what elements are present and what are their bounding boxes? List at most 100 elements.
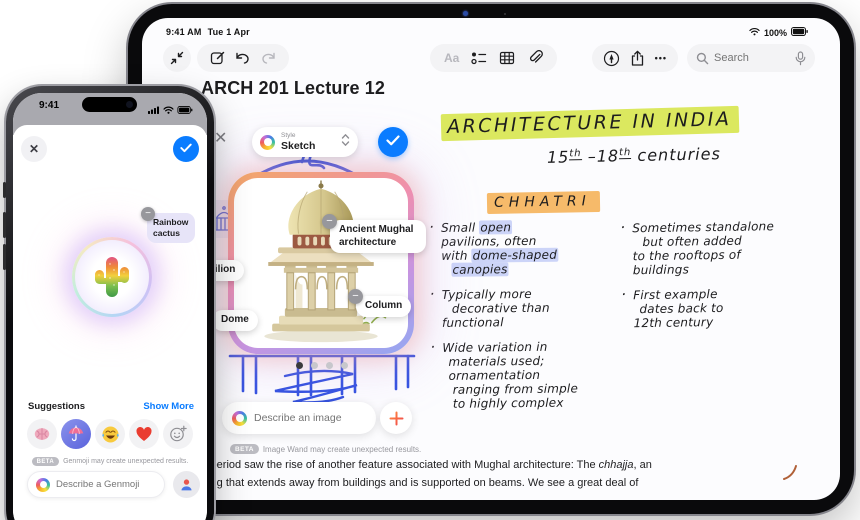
beta-badge: BETA — [31, 457, 60, 466]
status-time: 9:41 AM — [166, 27, 202, 37]
close-icon[interactable]: ✕ — [214, 128, 227, 148]
person-icon — [181, 479, 192, 491]
add-image-button[interactable] — [380, 402, 412, 434]
notes-column-right: Sometimes standalone but often added to … — [620, 219, 817, 342]
toolbar-format-group: Aa — [430, 44, 557, 72]
genmoji-input[interactable] — [27, 471, 165, 498]
more-button[interactable]: ••• — [655, 53, 667, 63]
describe-genmoji-input[interactable] — [56, 479, 156, 490]
beta-text: Genmoji may create unexpected results. — [63, 458, 189, 465]
handwritten-section-heading: CHHATRI — [486, 191, 600, 214]
suggestions-row — [27, 419, 193, 449]
generated-image[interactable] — [234, 178, 408, 348]
apple-intelligence-icon — [232, 410, 247, 426]
style-value: Sketch — [281, 140, 316, 152]
wifi-icon — [163, 101, 174, 119]
iphone-status-icons — [148, 101, 193, 119]
minus-icon[interactable]: − — [322, 214, 337, 229]
volume-down-button — [3, 244, 6, 270]
pavilion-image — [264, 180, 387, 343]
collapse-button[interactable] — [163, 44, 191, 72]
status-date: Tue 1 Apr — [207, 27, 250, 37]
style-selector[interactable]: Style Sketch — [252, 127, 358, 157]
search-input[interactable] — [714, 52, 790, 64]
iphone-device: 9:41 ✕ − Rainbow cactus Suggestions Show… — [3, 86, 214, 520]
genmoji-result-label[interactable]: Rainbow cactus — [147, 213, 195, 244]
page-indicator[interactable] — [296, 362, 348, 369]
person-button[interactable] — [173, 471, 200, 498]
toolbar-edit-group — [197, 44, 289, 72]
brain-emoji[interactable] — [27, 419, 57, 449]
dynamic-island — [82, 97, 137, 112]
sensor-dot — [504, 13, 506, 15]
umbrella-genmoji[interactable] — [61, 419, 91, 449]
suggestions-title: Suggestions — [28, 401, 86, 412]
describe-image-input[interactable] — [254, 412, 389, 424]
search-field[interactable] — [687, 44, 815, 72]
rainbow-cactus-genmoji — [95, 257, 129, 297]
checkmark-icon — [386, 133, 400, 151]
bullet-item: Sometimes standalone but often added to … — [620, 219, 816, 278]
callout-ancient-mughal[interactable]: Ancient Mughal architecture — [330, 220, 426, 253]
battery-icon — [177, 101, 193, 119]
minus-icon[interactable]: − — [141, 207, 155, 221]
style-swatch-icon — [260, 134, 275, 150]
note-title: ARCH 201 Lecture 12 — [201, 78, 385, 98]
image-wand-input[interactable] — [222, 402, 389, 434]
paperclip-button[interactable] — [527, 50, 543, 66]
collapse-icon — [170, 51, 184, 65]
share-button[interactable] — [630, 50, 645, 67]
corner-stroke — [783, 465, 797, 480]
battery-percent: 100% — [763, 27, 787, 38]
apple-intelligence-icon — [36, 477, 50, 492]
minus-icon[interactable]: − — [348, 289, 363, 304]
battery-icon — [791, 27, 808, 38]
marketing-canvas: 9:41 AM Tue 1 Apr 100% Aa ••• Search ARC… — [0, 0, 860, 520]
bullet-item: Wide variation in materials used; orname… — [430, 339, 626, 411]
note-paragraph: s period saw the rise of another feature… — [202, 459, 652, 489]
ipad-status-bar: 9:41 AM Tue 1 Apr — [166, 27, 256, 37]
undo-button[interactable] — [235, 51, 251, 65]
table-button[interactable] — [499, 51, 515, 65]
wifi-icon — [749, 27, 760, 38]
ipad-status-right: 100% — [749, 27, 808, 38]
callout-column[interactable]: Column — [356, 296, 412, 317]
chevron-up-down-icon — [341, 133, 350, 152]
checkmark-icon — [180, 140, 192, 158]
mic-icon[interactable] — [795, 50, 806, 66]
signal-icon — [148, 101, 160, 119]
accept-button[interactable] — [173, 136, 199, 162]
new-emoji-icon[interactable] — [163, 419, 193, 449]
page-dot[interactable] — [311, 362, 318, 369]
close-button[interactable]: ✕ — [21, 136, 47, 162]
notes-column-left: Small open pavilions, often with dome-sh… — [429, 219, 626, 422]
accept-button[interactable] — [378, 127, 408, 157]
iphone-screen: 9:41 ✕ − Rainbow cactus Suggestions Show… — [13, 93, 207, 520]
page-dot[interactable] — [326, 362, 333, 369]
bullet-item: Small open pavilions, often with dome-sh… — [429, 219, 625, 277]
volume-up-button — [3, 212, 6, 238]
page-dot[interactable] — [341, 362, 348, 369]
beta-badge: BETA — [230, 444, 259, 454]
checklist-button[interactable] — [471, 51, 487, 65]
beta-text: Image Wand may create unexpected results… — [262, 444, 422, 454]
callout-dome[interactable]: Dome — [212, 310, 258, 331]
laughing-emoji[interactable] — [95, 419, 125, 449]
heart-emoji[interactable] — [129, 419, 159, 449]
markup-button[interactable] — [603, 50, 620, 67]
front-camera — [463, 11, 468, 16]
compose-button[interactable] — [210, 50, 226, 66]
status-time: 9:41 — [39, 100, 60, 111]
page-dot[interactable] — [296, 362, 303, 369]
handwritten-headline: ARCHITECTURE IN INDIA — [440, 105, 740, 142]
genmoji-sheet: ✕ − Rainbow cactus Suggestions Show More… — [13, 125, 207, 520]
bullet-item: Typically more decorative than functiona… — [430, 286, 625, 330]
handwritten-dates: 15th –18th centuries — [546, 144, 722, 167]
text-format-button[interactable]: Aa — [444, 51, 459, 65]
show-more-link[interactable]: Show More — [143, 401, 194, 412]
ipad-screen: 9:41 AM Tue 1 Apr 100% Aa ••• Search ARC… — [142, 18, 840, 500]
redo-button[interactable] — [260, 51, 276, 65]
search-icon — [696, 52, 709, 65]
genmoji-glow-orb — [72, 237, 152, 317]
close-icon: ✕ — [28, 142, 40, 156]
